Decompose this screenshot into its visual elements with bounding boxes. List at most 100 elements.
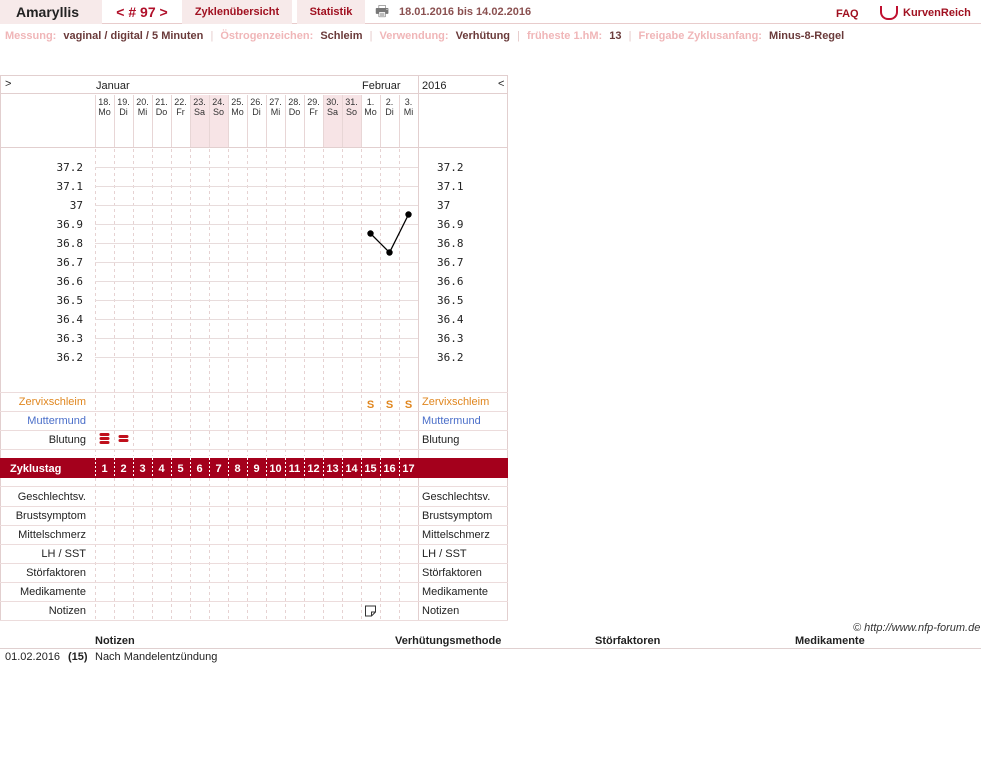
day-date: 26. [250,97,263,107]
day-date: 2. [386,97,394,107]
day-weekday: Sa [327,107,338,117]
bleeding-mark [99,437,110,440]
note-date: 01.02.2016 [5,651,61,663]
cycle-day-number: 3 [139,463,145,475]
note-cycle-day: (15) [68,651,88,663]
temp-tick-right: 36.6 [437,275,464,288]
row-label-right: Zervixschleim [422,396,489,408]
day-weekday: Do [156,107,168,117]
day-weekday: Di [119,107,128,117]
temp-tick-left: 36.4 [57,313,84,326]
day-date: 31. [345,97,358,107]
temp-tick-right: 36.2 [437,351,464,364]
copyright-note: © http://www.nfp-forum.de [853,622,981,634]
temp-tick-left: 37.1 [57,180,84,193]
row-label-right: Muttermund [422,415,481,427]
temp-tick-right: 36.8 [437,237,464,250]
day-date: 19. [117,97,130,107]
mucus-mark: S [367,399,374,411]
day-date: 21. [155,97,168,107]
day-date: 18. [98,97,111,107]
row-label-right: Notizen [422,605,459,617]
day-weekday: Do [289,107,301,117]
day-date: 25. [231,97,244,107]
cycle-day-number: 1 [101,463,107,475]
temp-tick-right: 37.1 [437,180,464,193]
row-label-left: Blutung [49,434,86,446]
day-weekday: Mo [364,107,377,117]
row-label-left: Zervixschleim [19,396,86,408]
chart-nav-back: < [498,78,504,90]
col-header-method: Verhütungsmethode [395,635,502,647]
day-date: 30. [326,97,339,107]
row-label-right: Brustsymptom [422,510,492,522]
temperature-curve [370,214,410,254]
temp-tick-left: 36.3 [57,332,84,345]
bleeding-mark [99,441,110,444]
cycle-day-number: 7 [215,463,221,475]
cycle-day-number: 9 [253,463,259,475]
day-weekday: Di [385,107,394,117]
cycle-day-number: 6 [196,463,202,475]
day-weekday: Mi [404,107,414,117]
day-weekday: Mi [138,107,148,117]
row-label-left: Medikamente [20,586,86,598]
notes-table-header: Notizen Verhütungsmethode Störfaktoren M… [0,634,981,649]
row-label-right: LH / SST [422,548,467,560]
day-date: 27. [269,97,282,107]
day-date: 29. [307,97,320,107]
cycle-chart: > <Januar Februar 201618.Mo19.Di20.Mi21.Do2… [0,75,508,621]
day-date: 22. [174,97,187,107]
day-date: 3. [405,97,413,107]
day-weekday: Mo [98,107,111,117]
day-weekday: Di [252,107,261,117]
row-label-left: Brustsymptom [16,510,86,522]
row-label-right: Störfaktoren [422,567,482,579]
temp-tick-left: 36.7 [57,256,84,269]
temp-tick-left: 36.8 [57,237,84,250]
mucus-mark: S [386,399,393,411]
mucus-mark: S [405,399,412,411]
cycle-day-number: 14 [345,463,358,475]
bleeding-mark [99,433,110,436]
cycle-day-number: 17 [402,463,414,475]
temperature-point [367,230,374,237]
day-weekday: Fr [176,107,185,117]
row-label-right: Mittelschmerz [422,529,490,541]
row-label-left: Störfaktoren [26,567,86,579]
day-date: 24. [212,97,225,107]
row-label-right: Geschlechtsv. [422,491,490,503]
bleeding-mark [118,435,129,438]
year-label: 2016 [422,80,446,92]
day-weekday: Fr [309,107,318,117]
day-date: 28. [288,97,301,107]
temp-tick-left: 37 [70,199,83,212]
day-weekday: So [346,107,357,117]
day-weekday: Mo [231,107,244,117]
temp-tick-left: 37.2 [57,161,84,174]
row-label-left: Notizen [49,605,86,617]
cycle-day-number: 5 [177,463,183,475]
temp-tick-left: 36.5 [57,294,84,307]
temperature-point [405,211,412,218]
cycle-day-number: 2 [120,463,126,475]
day-weekday: Mi [271,107,281,117]
cycle-day-number: 8 [234,463,240,475]
temp-tick-right: 36.9 [437,218,464,231]
row-label-left: Geschlechtsv. [18,491,86,503]
chart-nav-forward: > [5,78,11,90]
day-date: 1. [367,97,375,107]
note-icon[interactable] [365,605,376,617]
temp-tick-left: 36.9 [57,218,84,231]
temp-tick-right: 36.4 [437,313,464,326]
note-text: Nach Mandelentzündung [95,651,218,663]
day-date: 20. [136,97,149,107]
cycle-day-number: 16 [383,463,395,475]
row-label-left: Muttermund [27,415,86,427]
cycle-day-number: 4 [158,463,165,475]
cycle-day-number: 11 [289,463,301,475]
cycle-day-number: 10 [269,463,281,475]
cycle-day-label: Zyklustag [10,463,61,475]
row-label-left: Mittelschmerz [18,529,86,541]
month-label: Januar [96,80,130,92]
